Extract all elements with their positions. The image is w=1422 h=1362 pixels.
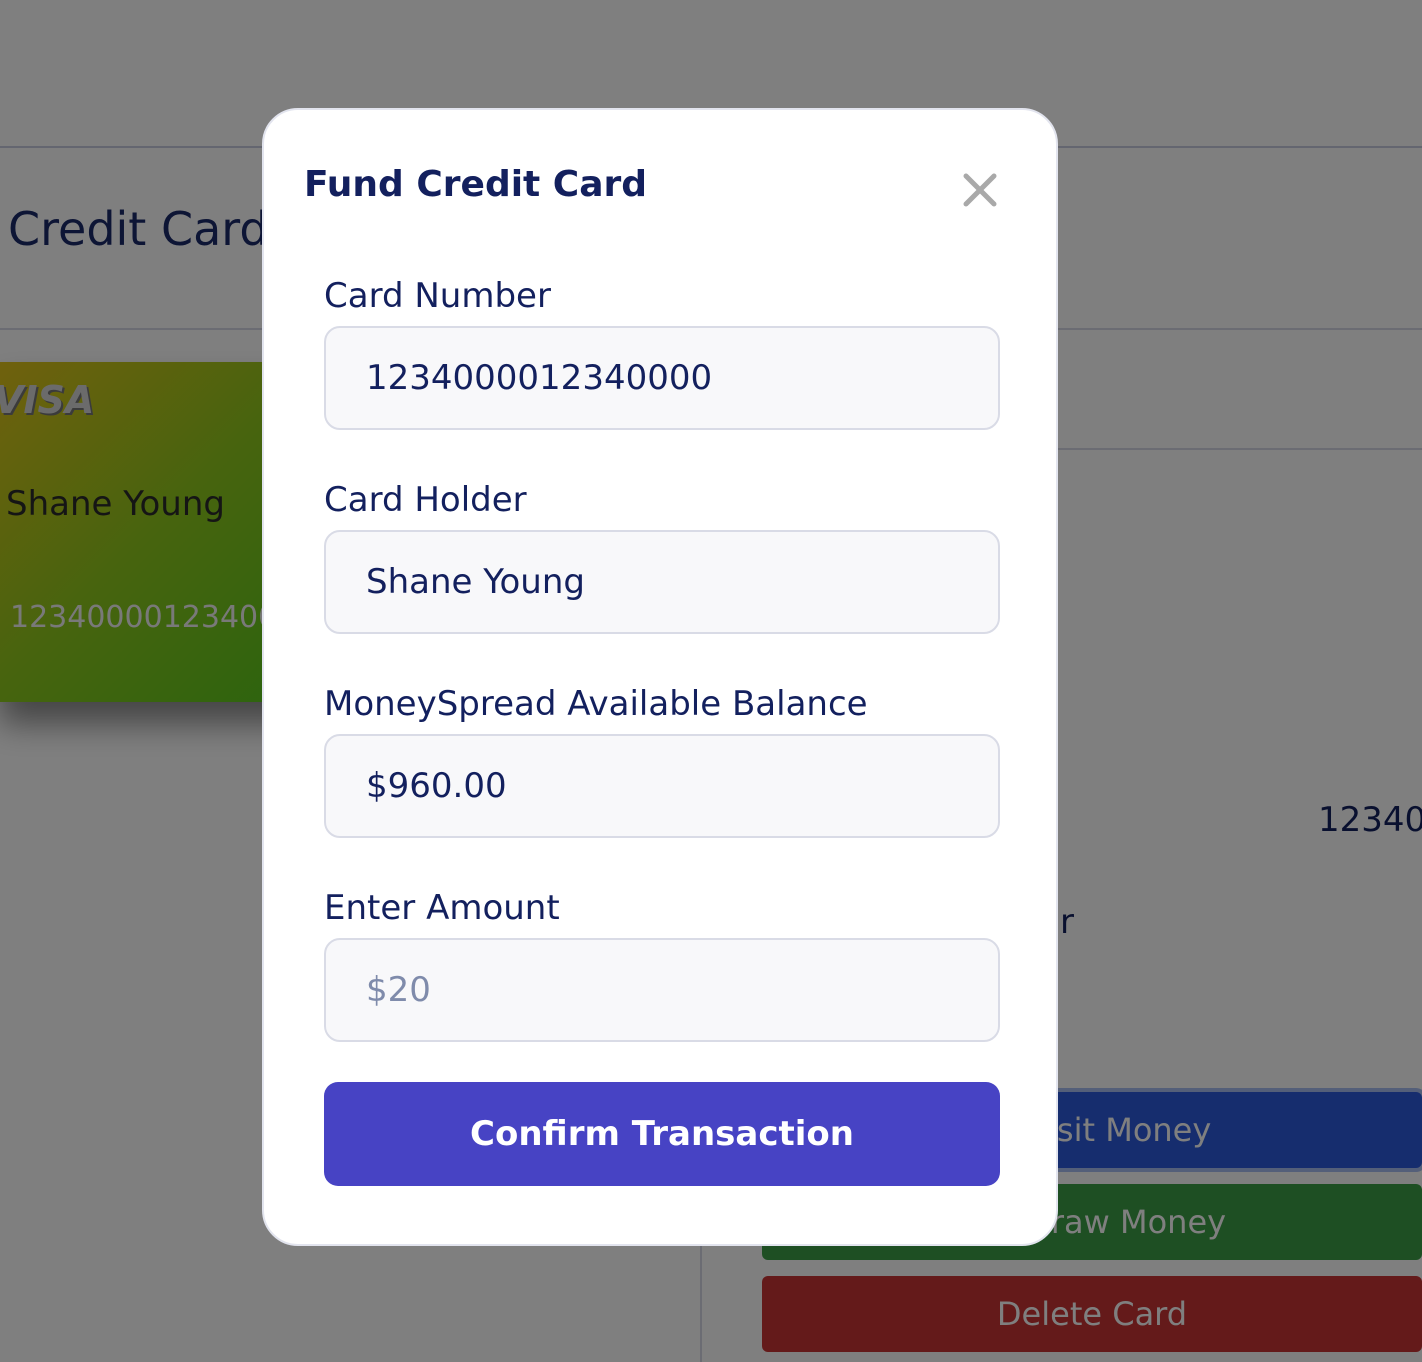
card-holder-label: Card Holder — [324, 480, 527, 520]
amount-input[interactable] — [324, 938, 1000, 1042]
amount-label: Enter Amount — [324, 888, 560, 928]
fund-credit-card-modal: Fund Credit Card Card Number Card Holder… — [262, 108, 1058, 1246]
card-holder-input[interactable] — [324, 530, 1000, 634]
close-button[interactable] — [958, 168, 1002, 212]
card-number-label: Card Number — [324, 276, 551, 316]
balance-label: MoneySpread Available Balance — [324, 684, 868, 724]
card-number-input[interactable] — [324, 326, 1000, 430]
confirm-transaction-button[interactable]: Confirm Transaction — [324, 1082, 1000, 1186]
modal-title: Fund Credit Card — [304, 164, 648, 205]
balance-input[interactable] — [324, 734, 1000, 838]
close-icon — [963, 173, 997, 207]
